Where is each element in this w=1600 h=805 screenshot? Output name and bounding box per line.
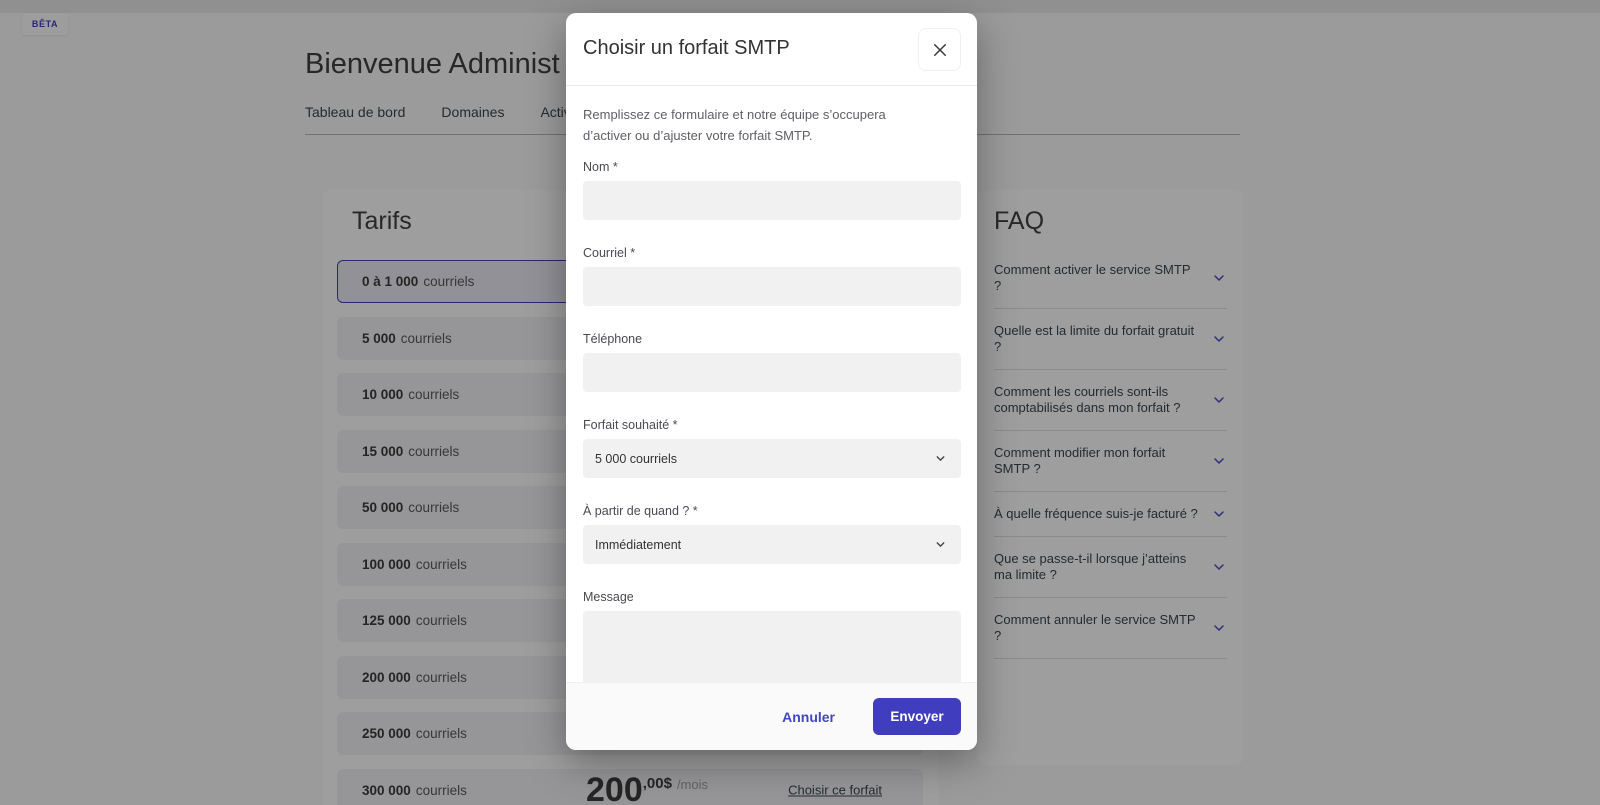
cancel-button[interactable]: Annuler [782,709,835,725]
modal-description: Remplissez ce formulaire et notre équipe… [583,107,886,143]
close-icon [933,43,946,56]
close-button[interactable] [918,28,961,71]
message-textarea[interactable] [583,611,961,682]
forfait-select-value: 5 000 courriels [595,451,677,466]
modal-body: Remplissez ce formulaire et notre équipe… [566,86,977,682]
chevron-down-icon [936,542,945,547]
smtp-plan-modal: Choisir un forfait SMTP Remplissez ce fo… [566,13,977,750]
field-forfait: Forfait souhaité * 5 000 courriels [583,418,961,478]
courriel-label: Courriel * [583,246,636,260]
field-message: Message [583,590,961,682]
forfait-label: Forfait souhaité * [583,418,678,432]
nom-input[interactable] [583,181,961,220]
field-quand: À partir de quand ? * Immédiatement [583,504,961,564]
date-select-value: Immédiatement [595,537,682,552]
submit-button[interactable]: Envoyer [873,698,961,735]
quand-label: À partir de quand ? * [583,504,698,518]
field-telephone: Téléphone [583,332,961,392]
courriel-input[interactable] [583,267,961,306]
modal-title: Choisir un forfait SMTP [583,37,790,59]
telephone-label: Téléphone [583,332,643,346]
date-select[interactable]: Immédiatement [583,525,961,564]
telephone-input[interactable] [583,353,961,392]
modal-footer: Annuler Envoyer [566,682,977,750]
field-nom: Nom * [583,160,961,220]
message-label: Message [583,590,634,604]
nom-label: Nom * [583,160,618,174]
field-courriel: Courriel * [583,246,961,306]
forfait-select[interactable]: 5 000 courriels [583,439,961,478]
modal-header: Choisir un forfait SMTP [566,13,977,86]
chevron-down-icon [936,456,945,461]
